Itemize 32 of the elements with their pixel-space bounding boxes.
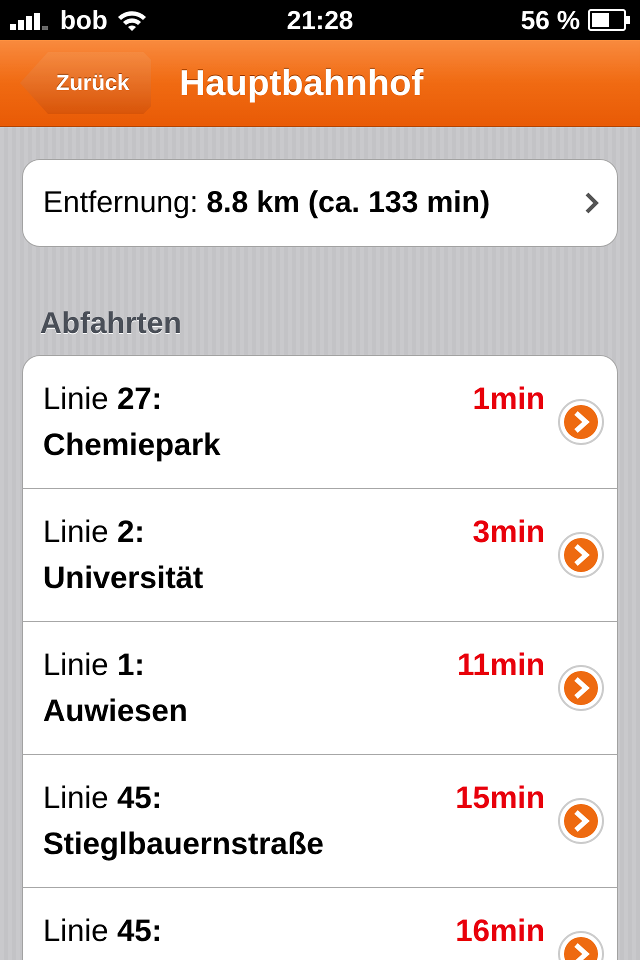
destination: Auwiesen	[43, 693, 189, 729]
departure-row[interactable]: Linie 27: 1min Chemiepark	[23, 356, 617, 489]
distance-text: Entfernung: 8.8 km (ca. 133 min)	[43, 186, 491, 220]
battery-icon	[588, 9, 630, 31]
departure-row[interactable]: Linie 45: 16min	[23, 888, 617, 960]
destination: Chemiepark	[43, 427, 222, 463]
departure-row[interactable]: Linie 2: 3min Universität	[23, 489, 617, 622]
line-label: Linie 27:	[43, 381, 162, 417]
disclosure-icon[interactable]	[557, 797, 605, 845]
departure-time: 3min	[472, 514, 545, 550]
line-label: Linie 45:	[43, 913, 162, 949]
departure-row[interactable]: Linie 1: 11min Auwiesen	[23, 622, 617, 755]
disclosure-icon[interactable]	[557, 398, 605, 446]
departure-time: 16min	[455, 913, 545, 949]
nav-title: Hauptbahnhof	[179, 62, 424, 104]
clock: 21:28	[286, 4, 354, 36]
departure-row[interactable]: Linie 45: 15min Stieglbauernstraße	[23, 755, 617, 888]
line-label: Linie 1:	[43, 647, 145, 683]
destination: Stieglbauernstraße	[43, 826, 325, 862]
line-label: Linie 45:	[43, 780, 162, 816]
disclosure-icon[interactable]	[557, 664, 605, 712]
departure-time: 1min	[472, 381, 545, 417]
departure-time: 15min	[455, 780, 545, 816]
carrier-name: bob	[60, 4, 108, 36]
distance-row[interactable]: Entfernung: 8.8 km (ca. 133 min)	[22, 159, 618, 247]
line-label: Linie 2:	[43, 514, 145, 550]
destination: Universität	[43, 560, 204, 596]
battery-percent: 56 %	[520, 4, 580, 36]
disclosure-icon[interactable]	[557, 531, 605, 579]
chevron-icon	[585, 192, 599, 214]
departure-time: 11min	[457, 647, 545, 683]
section-header: Abfahrten	[40, 307, 183, 341]
